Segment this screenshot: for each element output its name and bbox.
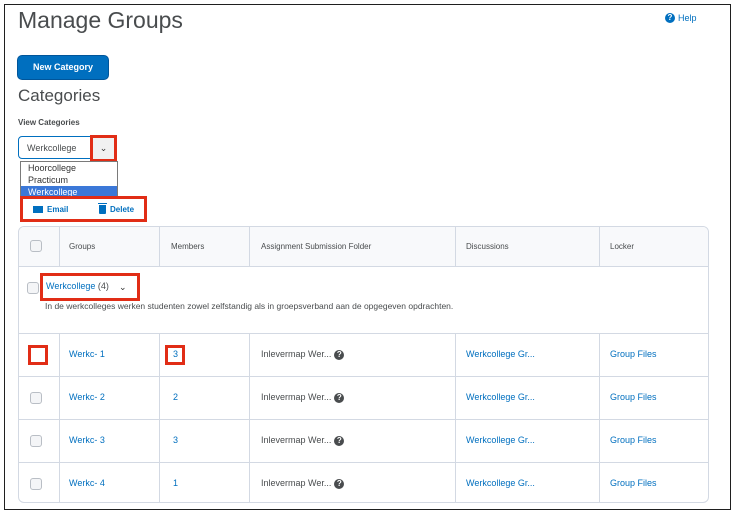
members-link[interactable]: 2 bbox=[173, 392, 178, 402]
question-icon[interactable]: ? bbox=[334, 349, 345, 360]
group-link[interactable]: Werkc- 2 bbox=[69, 392, 105, 402]
assignment-folder-cell[interactable]: Inlevermap Wer...? bbox=[261, 435, 345, 446]
help-icon: ? bbox=[665, 13, 675, 23]
row-checkbox[interactable] bbox=[30, 478, 42, 490]
help-link[interactable]: ? Help bbox=[665, 13, 697, 23]
column-header-locker: Locker bbox=[610, 242, 635, 251]
groups-table: Groups Members Assignment Submission Fol… bbox=[18, 226, 709, 503]
table-header: Groups Members Assignment Submission Fol… bbox=[19, 227, 708, 267]
table-row: Werkc- 4 1 Inlevermap Wer...? Werkcolleg… bbox=[19, 463, 708, 502]
category-option-hoorcollege[interactable]: Hoorcollege bbox=[21, 162, 117, 174]
category-row: Werkcollege (4) ⌄ In de werkcolleges wer… bbox=[19, 267, 708, 334]
category-count: (4) bbox=[97, 281, 109, 291]
category-options-list: Hoorcollege Practicum Werkcollege bbox=[20, 161, 118, 199]
category-checkbox[interactable] bbox=[27, 282, 39, 294]
locker-link[interactable]: Group Files bbox=[610, 435, 657, 445]
group-link[interactable]: Werkc- 1 bbox=[69, 349, 105, 359]
delete-label: Delete bbox=[110, 205, 135, 214]
select-all-checkbox[interactable] bbox=[30, 240, 42, 252]
group-link[interactable]: Werkc- 4 bbox=[69, 478, 105, 488]
delete-button[interactable]: Delete bbox=[98, 203, 135, 214]
folder-name: Inlevermap Wer... bbox=[261, 392, 332, 402]
category-option-practicum[interactable]: Practicum bbox=[21, 174, 117, 186]
table-row: Werkc- 1 3 Inlevermap Wer...? Werkcolleg… bbox=[19, 334, 708, 377]
category-link[interactable]: Werkcollege (4) bbox=[46, 281, 109, 291]
bulk-actions-bar: Email Delete bbox=[20, 196, 147, 222]
table-row: Werkc- 3 3 Inlevermap Wer...? Werkcolleg… bbox=[19, 420, 708, 463]
group-link[interactable]: Werkc- 3 bbox=[69, 435, 105, 445]
column-header-groups: Groups bbox=[69, 242, 96, 251]
dropdown-toggle-button[interactable]: ⌄ bbox=[90, 135, 117, 162]
discussion-link[interactable]: Werkcollege Gr... bbox=[466, 392, 535, 402]
categories-heading: Categories bbox=[18, 86, 101, 105]
view-categories-label: View Categories bbox=[18, 118, 80, 127]
column-header-members: Members bbox=[171, 242, 205, 251]
discussion-link[interactable]: Werkcollege Gr... bbox=[466, 349, 535, 359]
row-checkbox[interactable] bbox=[30, 435, 42, 447]
column-header-assignment-folder: Assignment Submission Folder bbox=[261, 242, 372, 251]
chevron-down-icon[interactable]: ⌄ bbox=[119, 282, 127, 293]
new-category-button[interactable]: New Category bbox=[18, 56, 108, 79]
locker-link[interactable]: Group Files bbox=[610, 478, 657, 488]
members-link[interactable]: 3 bbox=[173, 435, 178, 445]
assignment-folder-cell[interactable]: Inlevermap Wer...? bbox=[261, 392, 345, 403]
page-title: Manage Groups bbox=[18, 7, 183, 33]
category-name: Werkcollege bbox=[46, 281, 96, 291]
question-icon[interactable]: ? bbox=[334, 478, 345, 489]
email-button[interactable]: Email bbox=[33, 205, 68, 214]
discussion-link[interactable]: Werkcollege Gr... bbox=[466, 478, 535, 488]
manage-groups-page: Manage Groups ? Help New Category Catego… bbox=[4, 4, 731, 510]
chevron-down-icon: ⌄ bbox=[99, 143, 108, 153]
email-label: Email bbox=[47, 205, 69, 214]
members-link[interactable]: 1 bbox=[173, 478, 178, 488]
question-icon[interactable]: ? bbox=[334, 435, 345, 446]
row-checkbox[interactable] bbox=[28, 345, 48, 365]
folder-name: Inlevermap Wer... bbox=[261, 435, 332, 445]
assignment-folder-cell[interactable]: Inlevermap Wer...? bbox=[261, 478, 345, 489]
row-checkbox[interactable] bbox=[30, 392, 42, 404]
question-icon[interactable]: ? bbox=[334, 392, 345, 403]
help-label: Help bbox=[678, 13, 697, 23]
discussion-link[interactable]: Werkcollege Gr... bbox=[466, 435, 535, 445]
trash-icon bbox=[98, 203, 107, 214]
mail-icon bbox=[33, 206, 43, 213]
folder-name: Inlevermap Wer... bbox=[261, 478, 332, 488]
column-header-discussions: Discussions bbox=[466, 242, 509, 251]
locker-link[interactable]: Group Files bbox=[610, 392, 657, 402]
folder-name: Inlevermap Wer... bbox=[261, 349, 332, 359]
table-row: Werkc- 2 2 Inlevermap Wer...? Werkcolleg… bbox=[19, 377, 708, 420]
locker-link[interactable]: Group Files bbox=[610, 349, 657, 359]
assignment-folder-cell[interactable]: Inlevermap Wer...? bbox=[261, 349, 345, 360]
members-link[interactable]: 3 bbox=[173, 349, 178, 359]
category-description: In de werkcolleges werken studenten zowe… bbox=[45, 301, 454, 311]
